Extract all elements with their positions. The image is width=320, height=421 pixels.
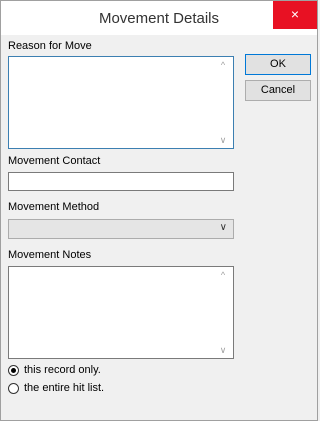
movement-contact-input[interactable] [8,172,234,191]
chevron-down-icon: ∨ [219,222,227,233]
scroll-down-icon[interactable]: ∨ [218,345,228,356]
reason-for-move-textarea[interactable]: ^ ∨ [8,56,234,149]
movement-details-dialog: Movement Details × Reason for Move ^ ∨ O… [0,0,318,421]
close-icon: × [290,6,300,22]
close-button[interactable]: × [273,1,317,29]
radio-selected-icon[interactable] [8,365,19,376]
scroll-down-icon[interactable]: ∨ [218,135,228,146]
title-bar: Movement Details × [1,1,317,35]
scroll-up-icon[interactable]: ^ [218,60,228,70]
movement-notes-textarea[interactable]: ^ ∨ [8,266,234,359]
movement-notes-label: Movement Notes [8,249,92,261]
movement-method-label: Movement Method [8,201,100,213]
radio-unselected-icon[interactable] [8,383,19,394]
cancel-button[interactable]: Cancel [245,80,311,101]
scroll-up-icon[interactable]: ^ [218,270,228,280]
ok-button[interactable]: OK [245,54,311,75]
movement-method-select[interactable]: ∨ [8,219,234,239]
dialog-title: Movement Details [98,10,220,27]
movement-contact-label: Movement Contact [8,155,101,167]
reason-for-move-label: Reason for Move [8,40,92,52]
